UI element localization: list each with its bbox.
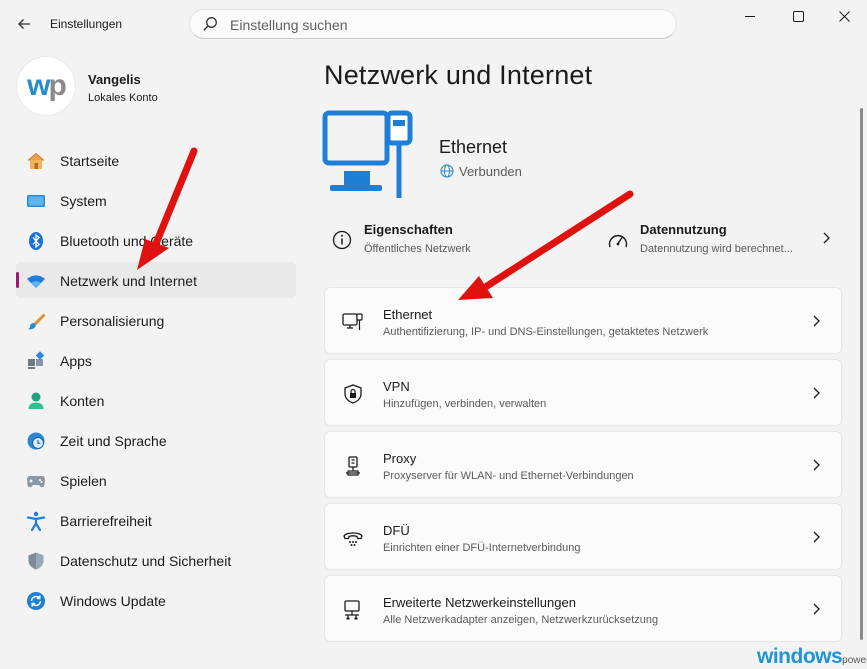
quick-title: Datennutzung (640, 222, 727, 237)
sidebar-item-label: System (60, 193, 107, 209)
home-icon (27, 152, 45, 169)
title-bar: Einstellungen (0, 0, 867, 48)
sidebar-nav: Startseite System Bluetooth und Geräte N… (16, 142, 296, 622)
connection-name: Ethernet (439, 137, 508, 157)
close-icon (838, 10, 850, 22)
sidebar-item-netzwerk[interactable]: Netzwerk und Internet (16, 262, 296, 298)
card-proxy[interactable]: Proxy Proxyserver für WLAN- und Ethernet… (324, 431, 842, 498)
advanced-network-icon (344, 600, 360, 620)
sidebar-item-label: Windows Update (60, 593, 166, 609)
sidebar-item-label: Apps (60, 353, 92, 369)
card-subtitle: Hinzufügen, verbinden, verwalten (383, 398, 547, 410)
sidebar-item-label: Startseite (60, 153, 120, 169)
chevron-right-icon (813, 387, 820, 399)
info-icon (332, 230, 352, 250)
sidebar-item-windows-update[interactable]: Windows Update (16, 582, 296, 618)
sidebar-item-barrierefreiheit[interactable]: Barrierefreiheit (16, 502, 296, 538)
sidebar-item-label: Bluetooth und Geräte (60, 233, 194, 249)
app-title: Einstellungen (50, 17, 123, 31)
card-subtitle: Einrichten einer DFÜ-Internetverbindung (383, 542, 581, 554)
search-box[interactable] (189, 9, 677, 39)
globe-icon (440, 164, 454, 178)
back-arrow-icon (18, 19, 30, 29)
search-icon (203, 17, 217, 31)
sidebar-item-zeit[interactable]: Zeit und Sprache (16, 422, 296, 458)
chevron-right-icon (813, 315, 820, 327)
person-icon (28, 392, 44, 409)
chevron-right-icon (813, 603, 820, 615)
card-erweiterte-netzwerkeinstellungen[interactable]: Erweiterte Netzwerkeinstellungen Alle Ne… (324, 575, 842, 642)
sidebar-item-label: Konten (60, 393, 105, 409)
paintbrush-icon (28, 313, 46, 330)
sidebar-item-startseite[interactable]: Startseite (16, 142, 296, 178)
proxy-icon (346, 456, 360, 476)
close-button[interactable] (820, 0, 867, 32)
sidebar-item-spielen[interactable]: Spielen (16, 462, 296, 498)
card-title: DFÜ (383, 523, 410, 538)
vpn-shield-icon (344, 384, 362, 404)
clock-globe-icon (27, 432, 45, 450)
ethernet-icon (342, 313, 363, 330)
status-text: Verbunden (459, 164, 522, 179)
chevron-right-icon (813, 531, 820, 543)
ethernet-monitor-icon (322, 110, 413, 198)
sidebar-item-label: Barrierefreiheit (60, 513, 152, 529)
minimize-button[interactable] (726, 0, 774, 32)
card-title: VPN (383, 379, 410, 394)
quick-subtitle: Datennutzung wird berechnet... (640, 243, 793, 255)
quick-title: Eigenschaften (364, 222, 453, 237)
apps-icon (28, 351, 45, 369)
sidebar-item-label: Personalisierung (60, 313, 165, 329)
sidebar-item-bluetooth[interactable]: Bluetooth und Geräte (16, 222, 296, 258)
sidebar-item-system[interactable]: System (16, 182, 296, 218)
connection-status: Verbunden (440, 164, 522, 179)
card-vpn[interactable]: VPN Hinzufügen, verbinden, verwalten (324, 359, 842, 426)
card-title: Erweiterte Netzwerkeinstellungen (383, 595, 576, 610)
gamepad-icon (27, 476, 45, 488)
update-icon (27, 592, 45, 610)
search-input[interactable] (228, 15, 652, 35)
card-title: Ethernet (383, 307, 433, 322)
card-subtitle: Alle Netzwerkadapter anzeigen, Netzwerkz… (383, 614, 659, 626)
scrollbar[interactable] (860, 108, 863, 640)
sidebar-item-apps[interactable]: Apps (16, 342, 296, 378)
data-usage-link[interactable]: Datennutzung Datennutzung wird berechnet… (608, 218, 813, 262)
chevron-right-icon[interactable] (819, 231, 833, 245)
card-dfue[interactable]: DFÜ Einrichten einer DFÜ-Internetverbind… (324, 503, 842, 570)
sidebar-item-label: Spielen (60, 473, 107, 489)
minimize-icon (745, 16, 755, 17)
back-button[interactable] (12, 12, 36, 36)
chevron-right-icon (813, 459, 820, 471)
accessibility-icon (26, 511, 46, 531)
card-subtitle: Proxyserver für WLAN- und Ethernet-Verbi… (383, 470, 634, 482)
card-subtitle: Authentifizierung, IP- und DNS-Einstellu… (383, 326, 709, 338)
page-title: Netzwerk und Internet (324, 60, 593, 90)
sidebar-item-label: Netzwerk und Internet (60, 273, 197, 289)
monitor-icon (27, 195, 45, 207)
sidebar-item-datenschutz[interactable]: Datenschutz und Sicherheit (16, 542, 296, 578)
dialup-icon (343, 532, 363, 546)
card-title: Proxy (383, 451, 417, 466)
account-type: Lokales Konto (88, 92, 158, 104)
data-usage-icon (608, 234, 628, 248)
quick-subtitle: Öffentliches Netzwerk (364, 243, 471, 255)
wifi-icon (27, 275, 45, 288)
avatar[interactable]: wp (16, 56, 76, 116)
maximize-button[interactable] (774, 0, 822, 32)
sidebar-item-konten[interactable]: Konten (16, 382, 296, 418)
sidebar-item-personalisierung[interactable]: Personalisierung (16, 302, 296, 338)
bluetooth-icon (29, 232, 43, 250)
maximize-icon (792, 10, 804, 22)
sidebar-item-label: Zeit und Sprache (60, 433, 167, 449)
shield-icon (28, 552, 44, 570)
card-ethernet[interactable]: Ethernet Authentifizierung, IP- und DNS-… (324, 287, 842, 354)
watermark-logo: windowspower (757, 645, 867, 668)
user-name: Vangelis (88, 72, 141, 87)
properties-link[interactable]: Eigenschaften Öffentliches Netzwerk (332, 218, 562, 262)
sidebar-item-label: Datenschutz und Sicherheit (60, 553, 232, 569)
